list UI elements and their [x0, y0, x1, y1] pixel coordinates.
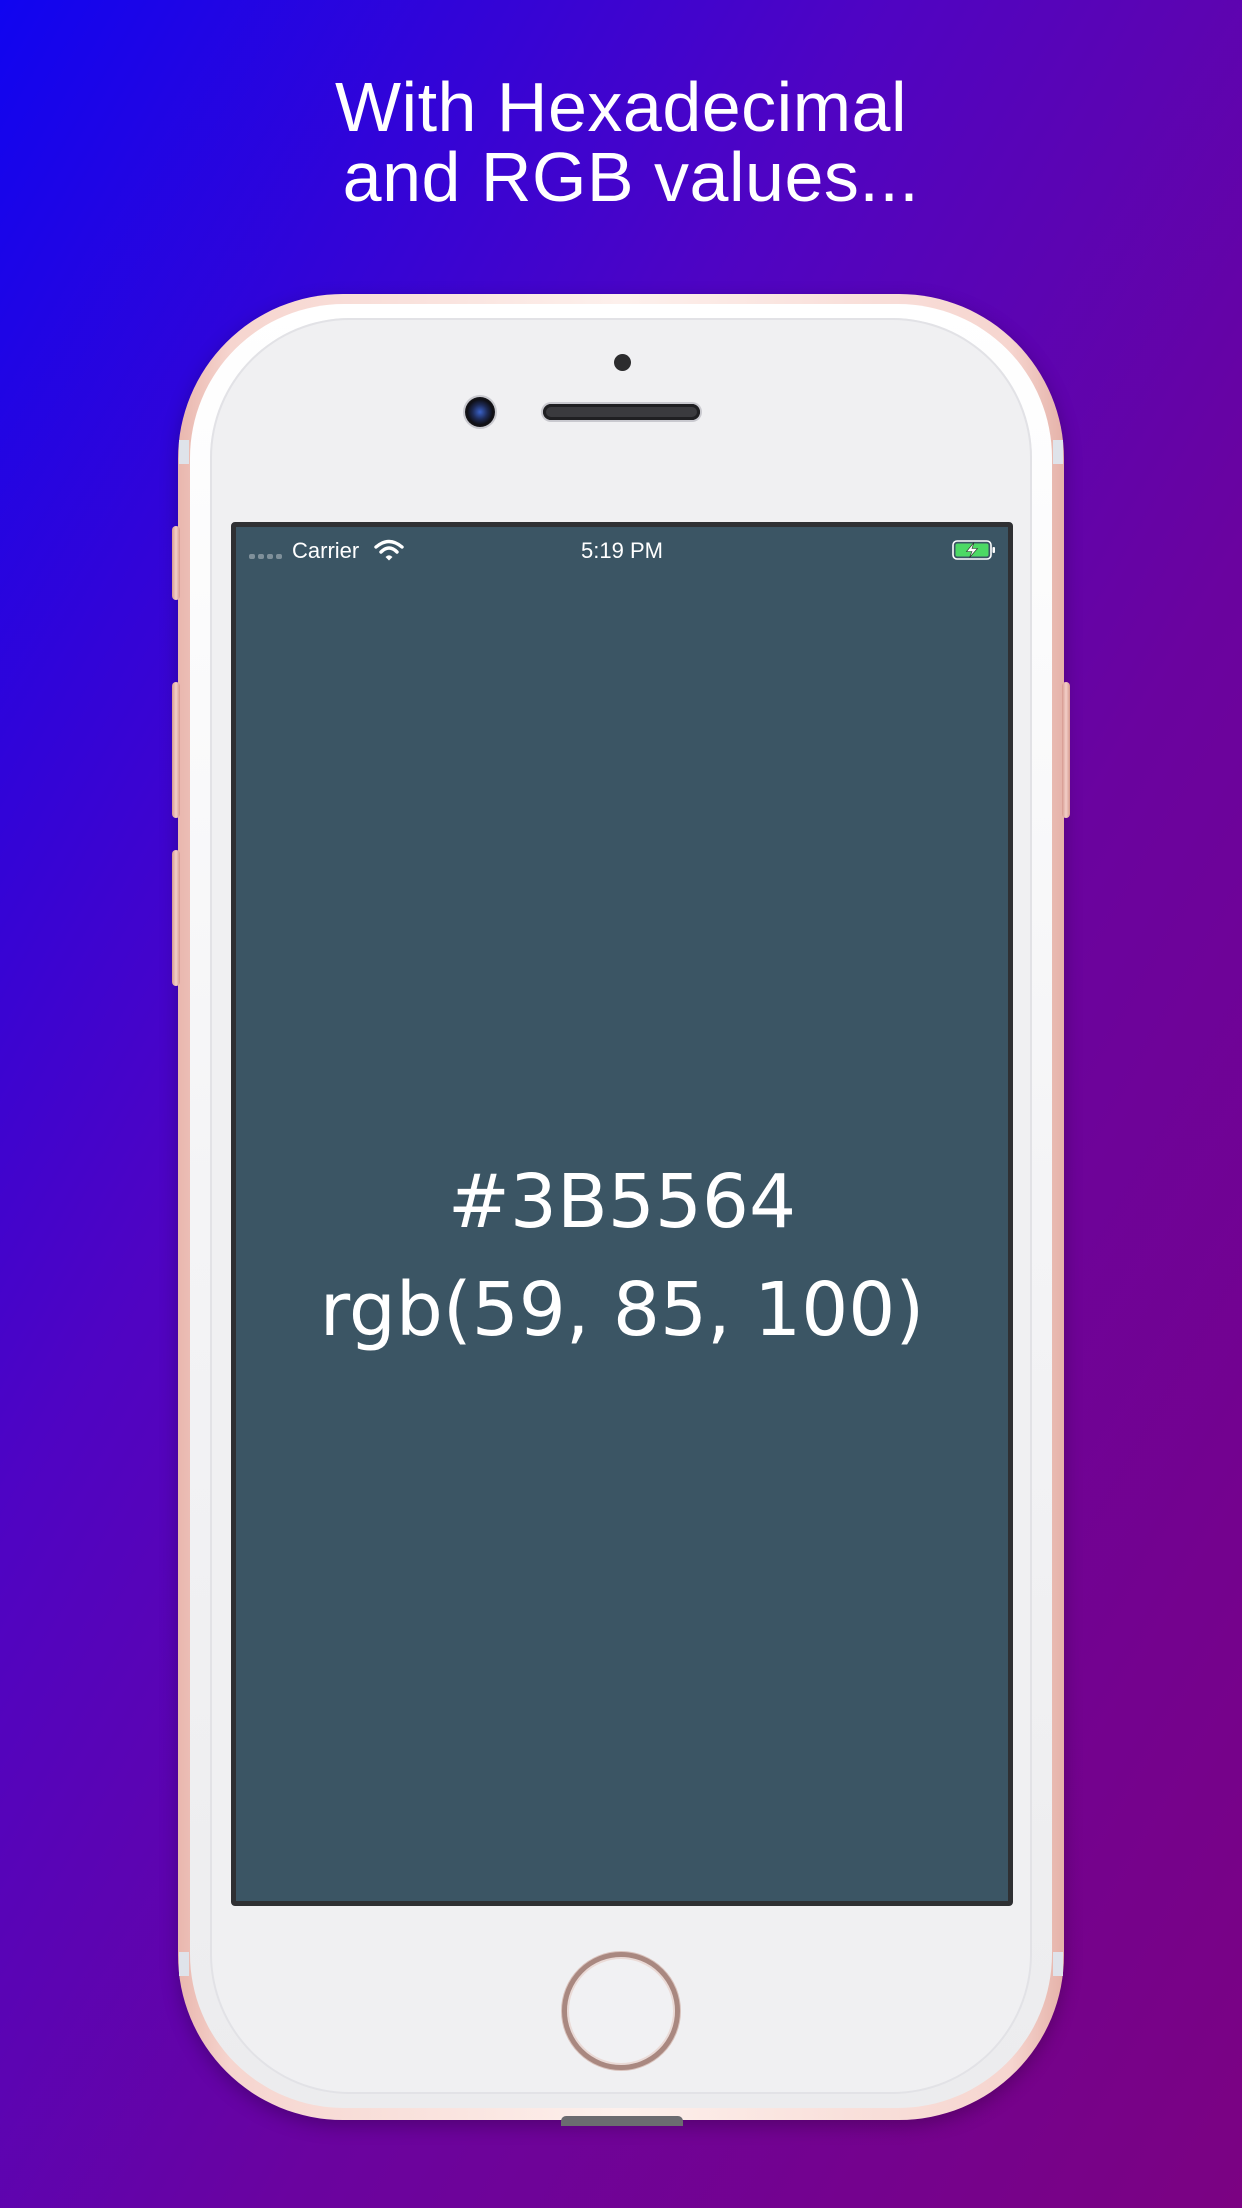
status-bar: Carrier 5:19 PM — [236, 527, 1008, 567]
power-button — [1062, 682, 1070, 818]
rgb-value-label: rgb(59, 85, 100) — [319, 1267, 925, 1353]
mute-switch — [172, 526, 180, 600]
antenna-line-right-bottom — [1053, 1952, 1063, 1976]
status-time: 5:19 PM — [581, 538, 663, 563]
hex-value-label: #3B5564 — [447, 1159, 797, 1245]
lightning-port — [561, 2116, 683, 2126]
earpiece-speaker — [543, 404, 700, 420]
headline-line-1: With Hexadecimal — [334, 68, 908, 146]
home-button[interactable] — [562, 1952, 680, 2070]
antenna-line-right-top — [1053, 440, 1063, 464]
battery-charging-icon — [952, 540, 995, 560]
proximity-sensor — [614, 354, 631, 371]
antenna-line-left-bottom — [179, 1952, 189, 1976]
front-camera-icon — [465, 397, 495, 427]
headline: With Hexadecimal and RGB values... — [0, 72, 1242, 212]
headline-line-2: and RGB values... — [322, 138, 920, 216]
volume-up-button — [172, 682, 180, 818]
phone-screen[interactable]: Carrier 5:19 PM #3B5564 rgb(59, 85, 100) — [231, 522, 1013, 1906]
antenna-line-left-top — [179, 440, 189, 464]
volume-down-button — [172, 850, 180, 986]
